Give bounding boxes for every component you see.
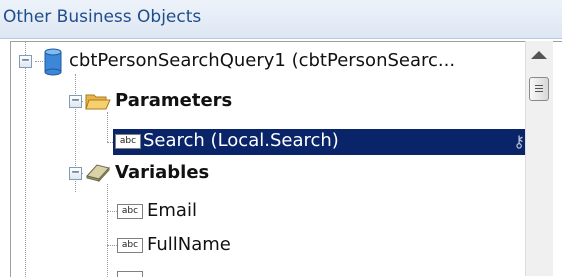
scroll-up-arrow-icon[interactable] [531,51,547,59]
string-type-icon: abc [117,238,143,253]
parameters-label[interactable]: Parameters [115,90,232,111]
tree-connector [107,112,108,142]
tree-connector [35,61,43,62]
tree-connector [25,42,26,277]
parameters-expander[interactable]: − [69,94,82,108]
variables-icon [86,164,110,182]
object-tree[interactable]: − cbtPersonSearchQuery1 (cbtPersonSearc.… [10,41,562,277]
panel-header: Other Business Objects [0,0,562,39]
tree-connector [107,211,117,212]
panel-title: Other Business Objects [3,7,202,27]
string-type-icon [117,271,143,277]
tree-connector [107,245,117,246]
vertical-scrollbar[interactable] [525,41,553,276]
tree-connector [107,184,108,277]
variable-item-email[interactable]: Email [147,200,197,221]
root-expander[interactable]: − [19,54,32,68]
parameter-item-search[interactable]: abc Search (Local.Search) ⚷ [113,129,537,155]
string-type-icon: abc [117,204,143,219]
variables-expander[interactable]: − [69,166,82,180]
folder-open-icon [85,94,111,110]
root-node-label[interactable]: cbtPersonSearchQuery1 (cbtPersonSearc... [69,50,455,71]
string-type-icon: abc [115,134,141,149]
key-icon: ⚷ [513,132,525,151]
variable-item-fullname[interactable]: FullName [147,234,231,255]
variables-label[interactable]: Variables [115,162,209,183]
parameter-item-label: Search (Local.Search) [143,130,339,151]
scroll-thumb[interactable] [529,77,549,101]
database-icon [44,48,62,76]
